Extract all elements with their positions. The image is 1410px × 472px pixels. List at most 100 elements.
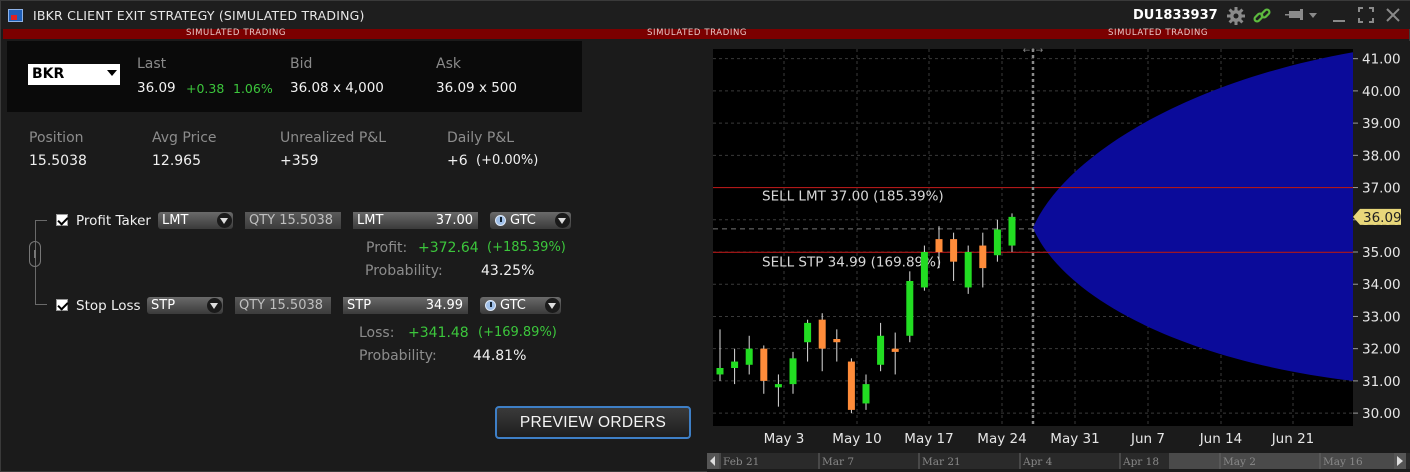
y-tick-label: 38.00	[1362, 148, 1401, 164]
x-tick-label: May 17	[904, 431, 953, 447]
candle-body	[804, 322, 812, 343]
scroller-date-label: Mar 21	[922, 456, 961, 468]
price-chart[interactable]: May 3 May 10 May 17 May 24 May 31 Jun 7 Jun 14…	[707, 41, 1410, 472]
position-label: Position	[29, 130, 84, 146]
price-type-label: LMT	[357, 213, 384, 228]
scroller-date-label: Mar 7	[822, 456, 854, 468]
profit-taker-tif-select[interactable]: GTC	[490, 212, 571, 229]
y-tick-label: 40.00	[1362, 84, 1401, 100]
candle-body	[979, 245, 987, 269]
candle-body	[877, 335, 885, 365]
x-tick-label: May 10	[832, 431, 881, 447]
candle-body	[716, 368, 724, 375]
candle-body	[935, 239, 943, 252]
candle-body	[818, 319, 826, 349]
profit-label: Profit:	[366, 240, 408, 256]
profit-taker-qty-field[interactable]: QTY 15.5038	[245, 212, 341, 229]
y-tick-label: 41.00	[1362, 52, 1401, 68]
candle-body	[906, 281, 914, 336]
app-window: IBKR CLIENT EXIT STRATEGY (SIMULATED TRA…	[0, 0, 1410, 472]
profit-taker-label: Profit Taker	[76, 213, 151, 229]
symbol-select[interactable]: BKR	[28, 64, 120, 85]
title-bar: IBKR CLIENT EXIT STRATEGY (SIMULATED TRA…	[1, 1, 1410, 29]
clock-icon	[485, 300, 496, 311]
price-value: 34.99	[425, 298, 463, 313]
y-tick-label: 30.00	[1362, 406, 1401, 422]
candle-body	[920, 252, 928, 288]
minimize-icon[interactable]	[1331, 6, 1347, 24]
loss-probability-label: Probability:	[359, 348, 437, 364]
x-tick-label: May 31	[1050, 431, 1099, 447]
dropdown-icon	[555, 213, 570, 228]
price-type-label: STP	[347, 298, 372, 313]
candle-body	[1008, 216, 1016, 246]
stop-loss-order-type-select[interactable]: STP	[147, 297, 223, 314]
bracket-connector	[35, 304, 47, 305]
candle-body	[760, 348, 768, 381]
dropdown-icon	[207, 298, 222, 313]
profit-taker-checkbox[interactable]	[56, 214, 68, 226]
profit-taker-price-field[interactable]: LMT 37.00	[353, 212, 478, 229]
loss-value: +341.48	[408, 325, 469, 341]
chart-canvas[interactable]: May 3 May 10 May 17 May 24 May 31 Jun 7 Jun 14…	[707, 41, 1410, 472]
y-tick-label: 32.00	[1362, 342, 1401, 358]
unrealized-pnl-value: +359	[280, 153, 319, 169]
stop-loss-price-field[interactable]: STP 34.99	[343, 297, 468, 314]
loss-probability-value: 44.81%	[473, 348, 527, 364]
close-icon[interactable]	[1384, 6, 1402, 24]
x-tick-label: Jun 21	[1271, 431, 1315, 447]
candle-body	[789, 358, 797, 385]
stop-loss-qty-field[interactable]: QTY 15.5038	[235, 297, 331, 314]
simulated-trading-label: SIMULATED TRADING	[186, 28, 287, 38]
scroller-date-label: May 2	[1223, 456, 1256, 468]
last-change-pct: 1.06%	[233, 81, 273, 96]
dropdown-icon	[545, 298, 560, 313]
scroller-date-label: Apr 4	[1022, 456, 1053, 468]
avg-price-value: 12.965	[152, 153, 201, 169]
ask-label: Ask	[436, 56, 461, 72]
loss-label: Loss:	[359, 325, 395, 341]
loss-pct: (+169.89%)	[478, 325, 557, 340]
stop-loss-tif-select[interactable]: GTC	[480, 297, 561, 314]
clock-icon	[495, 215, 506, 226]
pin-icon[interactable]	[1285, 6, 1307, 24]
candle-body	[891, 348, 899, 352]
tif-value: GTC	[510, 213, 536, 228]
last-change: +0.38	[186, 81, 225, 96]
candle-body	[993, 229, 1001, 256]
x-tick-label: May 3	[764, 431, 805, 447]
gear-icon[interactable]	[1226, 6, 1246, 25]
daily-pnl-value: +6	[447, 153, 468, 169]
stop-order-label: SELL STP 34.99 (169.89%)	[762, 254, 941, 270]
x-tick-label: Jun 7	[1130, 431, 1165, 447]
limit-order-label: SELL LMT 37.00 (185.39%)	[762, 189, 944, 205]
bracket-connector	[35, 220, 47, 221]
stop-loss-checkbox[interactable]	[56, 299, 68, 311]
maximize-icon[interactable]	[1357, 6, 1375, 24]
y-tick-label: 33.00	[1362, 309, 1401, 325]
scroller-date-label: Feb 21	[723, 456, 759, 468]
profit-taker-order-type-select[interactable]: LMT	[158, 212, 233, 229]
chevron-down-icon[interactable]	[1308, 6, 1318, 24]
avg-price-label: Avg Price	[152, 130, 217, 146]
symbol-value: BKR	[32, 66, 65, 82]
profit-probability-value: 43.25%	[481, 263, 535, 279]
bid-value: 36.08 x 4,000	[290, 80, 384, 96]
x-tick-label: Jun 14	[1199, 431, 1243, 447]
daily-pnl-label: Daily P&L	[447, 130, 515, 146]
current-price-tag-label: 36.09	[1363, 210, 1402, 226]
x-tick-label: May 24	[977, 431, 1026, 447]
stop-loss-label: Stop Loss	[76, 298, 141, 314]
ask-value: 36.09 x 500	[436, 80, 517, 96]
profit-pct: (+185.39%)	[487, 240, 566, 255]
candle-body	[862, 384, 870, 404]
candle-body	[745, 348, 753, 365]
preview-orders-button[interactable]: PREVIEW ORDERS	[495, 406, 691, 439]
candle-body	[950, 239, 958, 262]
link-icon[interactable]	[1252, 6, 1272, 24]
tif-value: GTC	[500, 298, 526, 313]
quote-panel: BKR Last 36.09 +0.38 1.06% Bid 36.08 x 4…	[7, 41, 582, 112]
chain-link-icon[interactable]	[29, 241, 41, 267]
price-value: 37.00	[435, 213, 473, 228]
candle-body	[964, 252, 972, 288]
